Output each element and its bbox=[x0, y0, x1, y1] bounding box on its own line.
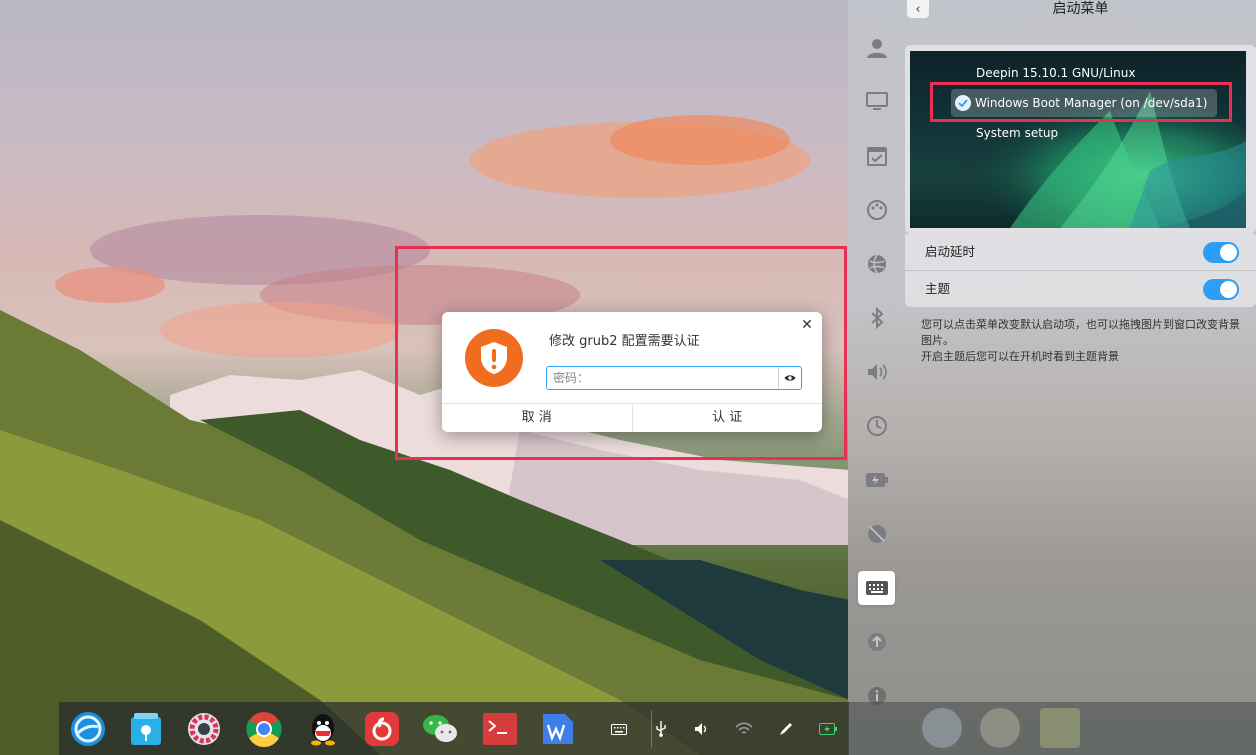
bluetooth-icon[interactable] bbox=[858, 301, 895, 335]
wps-icon[interactable] bbox=[539, 710, 577, 748]
sound-icon[interactable] bbox=[858, 355, 895, 389]
boot-delay-toggle[interactable] bbox=[1203, 242, 1239, 263]
keyboard-icon[interactable] bbox=[858, 571, 895, 605]
theme-toggle[interactable] bbox=[1203, 279, 1239, 300]
eye-icon[interactable] bbox=[778, 367, 801, 389]
launcher-icon[interactable] bbox=[69, 710, 107, 748]
pen-icon[interactable] bbox=[777, 720, 795, 738]
boot-menu-page: ‹ 启动菜单 Deepin 15.10.1 GNU/Linux Windows … bbox=[905, 0, 1256, 755]
dialog-title: 修改 grub2 配置需要认证 bbox=[549, 334, 700, 349]
cancel-button[interactable]: 取 消 bbox=[442, 404, 633, 432]
password-input[interactable] bbox=[547, 367, 778, 389]
chrome-icon[interactable] bbox=[245, 710, 283, 748]
boot-delay-row: 启动延时 bbox=[905, 234, 1256, 270]
account-icon[interactable] bbox=[858, 31, 895, 65]
display-icon[interactable] bbox=[858, 85, 895, 119]
boot-entry-deepin[interactable]: Deepin 15.10.1 GNU/Linux bbox=[976, 66, 1135, 80]
boot-entry-windows-label: Windows Boot Manager (on /dev/sda1) bbox=[975, 96, 1208, 110]
personalization-icon[interactable] bbox=[858, 193, 895, 227]
boot-entry-system-setup[interactable]: System setup bbox=[976, 126, 1058, 140]
dock bbox=[59, 702, 849, 755]
blurred-dock-icon bbox=[1040, 708, 1080, 748]
blurred-dock-icon bbox=[922, 708, 962, 748]
control-center-nav bbox=[848, 0, 905, 755]
description-line-1: 您可以点击菜单改变默认启动项，也可以拖拽图片到窗口改变背景图片。 bbox=[921, 318, 1240, 347]
auth-dialog: ✕ 修改 grub2 配置需要认证 取 消 认 证 bbox=[442, 312, 822, 432]
dialog-buttons: 取 消 认 证 bbox=[442, 403, 822, 432]
netease-music-icon[interactable] bbox=[363, 710, 401, 748]
shield-warning-icon bbox=[465, 329, 523, 387]
boot-background-image[interactable]: Deepin 15.10.1 GNU/Linux Windows Boot Ma… bbox=[910, 51, 1246, 228]
close-button[interactable]: ✕ bbox=[798, 316, 816, 334]
description-line-2: 开启主题后您可以在开机时看到主题背景 bbox=[921, 350, 1119, 363]
datetime-icon[interactable] bbox=[858, 409, 895, 443]
usb-icon[interactable] bbox=[652, 720, 670, 738]
boot-entry-windows[interactable]: Windows Boot Manager (on /dev/sda1) bbox=[951, 89, 1218, 117]
terminal-icon[interactable] bbox=[481, 710, 519, 748]
volume-icon[interactable] bbox=[693, 720, 711, 738]
qq-icon[interactable] bbox=[304, 710, 342, 748]
theme-row: 主题 bbox=[905, 271, 1256, 307]
boot-delay-label: 启动延时 bbox=[925, 244, 976, 259]
page-title: 启动菜单 bbox=[1052, 1, 1109, 17]
authenticate-button[interactable]: 认 证 bbox=[633, 404, 823, 432]
keyboard-tray-icon[interactable] bbox=[610, 720, 628, 738]
default-apps-icon[interactable] bbox=[858, 139, 895, 173]
boot-preview-card: Deepin 15.10.1 GNU/Linux Windows Boot Ma… bbox=[905, 45, 1256, 234]
control-center: ‹ 启动菜单 Deepin 15.10.1 GNU/Linux Windows … bbox=[848, 0, 1256, 755]
update-icon[interactable] bbox=[858, 625, 895, 659]
wechat-icon[interactable] bbox=[421, 710, 459, 748]
mouse-icon[interactable] bbox=[858, 517, 895, 551]
boot-menu-description: 您可以点击菜单改变默认启动项，也可以拖拽图片到窗口改变背景图片。 开启主题后您可… bbox=[921, 317, 1249, 365]
power-icon[interactable] bbox=[858, 463, 895, 497]
battery-icon[interactable] bbox=[819, 720, 837, 738]
blurred-dock-icon bbox=[980, 708, 1020, 748]
app-store-icon[interactable] bbox=[127, 710, 165, 748]
password-field bbox=[546, 366, 802, 390]
settings-icon[interactable] bbox=[185, 710, 223, 748]
wifi-icon[interactable] bbox=[735, 720, 753, 738]
theme-label: 主题 bbox=[925, 281, 951, 296]
check-icon bbox=[955, 95, 971, 111]
network-icon[interactable] bbox=[858, 247, 895, 281]
